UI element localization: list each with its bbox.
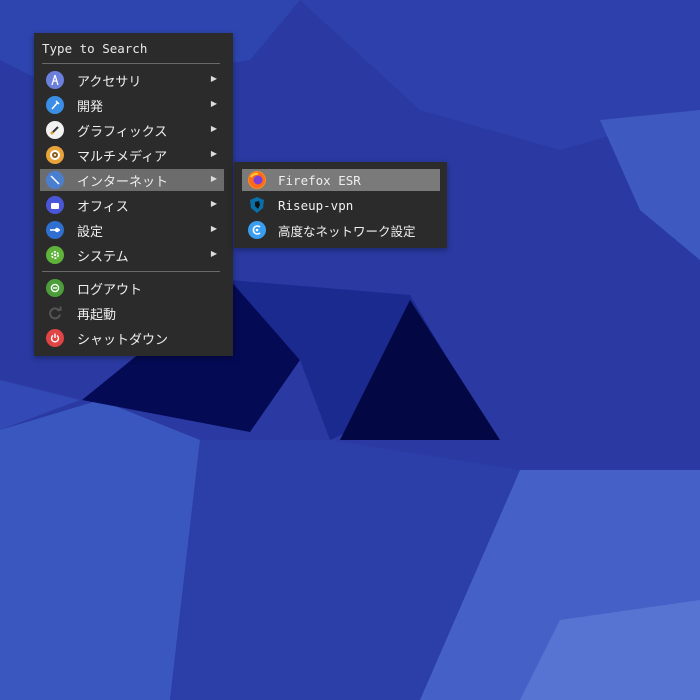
submenu-item-riseup-vpn[interactable]: Riseup-vpn	[242, 194, 440, 216]
logout-icon	[46, 279, 64, 297]
menu-item-logout[interactable]: ログアウト	[40, 277, 224, 299]
accessories-icon	[46, 71, 64, 89]
internet-icon	[46, 171, 64, 189]
menu-item-label: ログアウト	[77, 282, 143, 298]
submenu-arrow-icon: ▶	[210, 174, 217, 183]
menu-item-label: 設定	[77, 224, 104, 240]
restart-icon	[46, 304, 64, 322]
internet-submenu: Firefox ESR Riseup-vpn 高度なネットワーク設定	[234, 162, 447, 248]
shutdown-icon	[46, 329, 64, 347]
riseup-vpn-icon	[248, 196, 266, 214]
menu-item-internet[interactable]: インターネット ▶	[40, 169, 224, 191]
menu-item-label: アクセサリ	[77, 74, 142, 90]
multimedia-icon	[46, 146, 64, 164]
settings-icon	[46, 221, 64, 239]
office-icon	[46, 196, 64, 214]
submenu-item-label: Riseup-vpn	[278, 197, 354, 213]
submenu-item-label: Firefox ESR	[278, 172, 361, 188]
menu-item-label: オフィス	[77, 199, 129, 215]
menu-item-label: インターネット	[77, 174, 169, 190]
development-icon	[46, 96, 64, 114]
network-settings-icon	[248, 221, 266, 239]
menu-item-label: 再起動	[77, 307, 117, 323]
menu-item-restart[interactable]: 再起動	[40, 302, 224, 324]
submenu-arrow-icon: ▶	[210, 199, 217, 208]
menu-item-label: シャットダウン	[77, 332, 169, 348]
menu-item-multimedia[interactable]: マルチメディア ▶	[40, 144, 224, 166]
submenu-arrow-icon: ▶	[210, 74, 217, 83]
application-menu: Type to Search アクセサリ ▶ 開発 ▶ グラフィックス ▶ マル…	[34, 33, 233, 356]
firefox-icon	[248, 171, 266, 189]
menu-item-system[interactable]: システム ▶	[40, 244, 224, 266]
menu-item-settings[interactable]: 設定 ▶	[40, 219, 224, 241]
system-icon	[46, 246, 64, 264]
submenu-item-network-settings[interactable]: 高度なネットワーク設定	[242, 219, 440, 241]
menu-item-development[interactable]: 開発 ▶	[40, 94, 224, 116]
menu-separator	[42, 63, 220, 64]
menu-separator	[42, 271, 220, 272]
submenu-arrow-icon: ▶	[210, 124, 217, 133]
submenu-arrow-icon: ▶	[210, 149, 217, 158]
menu-item-office[interactable]: オフィス ▶	[40, 194, 224, 216]
menu-item-shutdown[interactable]: シャットダウン	[40, 327, 224, 349]
menu-item-label: グラフィックス	[77, 124, 168, 140]
menu-item-label: システム	[77, 249, 129, 265]
menu-item-graphics[interactable]: グラフィックス ▶	[40, 119, 224, 141]
menu-item-accessories[interactable]: アクセサリ ▶	[40, 69, 224, 91]
submenu-item-firefox-esr[interactable]: Firefox ESR	[242, 169, 440, 191]
submenu-arrow-icon: ▶	[210, 249, 217, 258]
graphics-icon	[46, 121, 64, 139]
submenu-item-label: 高度なネットワーク設定	[278, 223, 416, 239]
submenu-arrow-icon: ▶	[210, 224, 217, 233]
search-input[interactable]: Type to Search	[42, 41, 147, 56]
menu-item-label: 開発	[77, 99, 104, 115]
submenu-arrow-icon: ▶	[210, 99, 217, 108]
menu-item-label: マルチメディア	[77, 149, 168, 165]
